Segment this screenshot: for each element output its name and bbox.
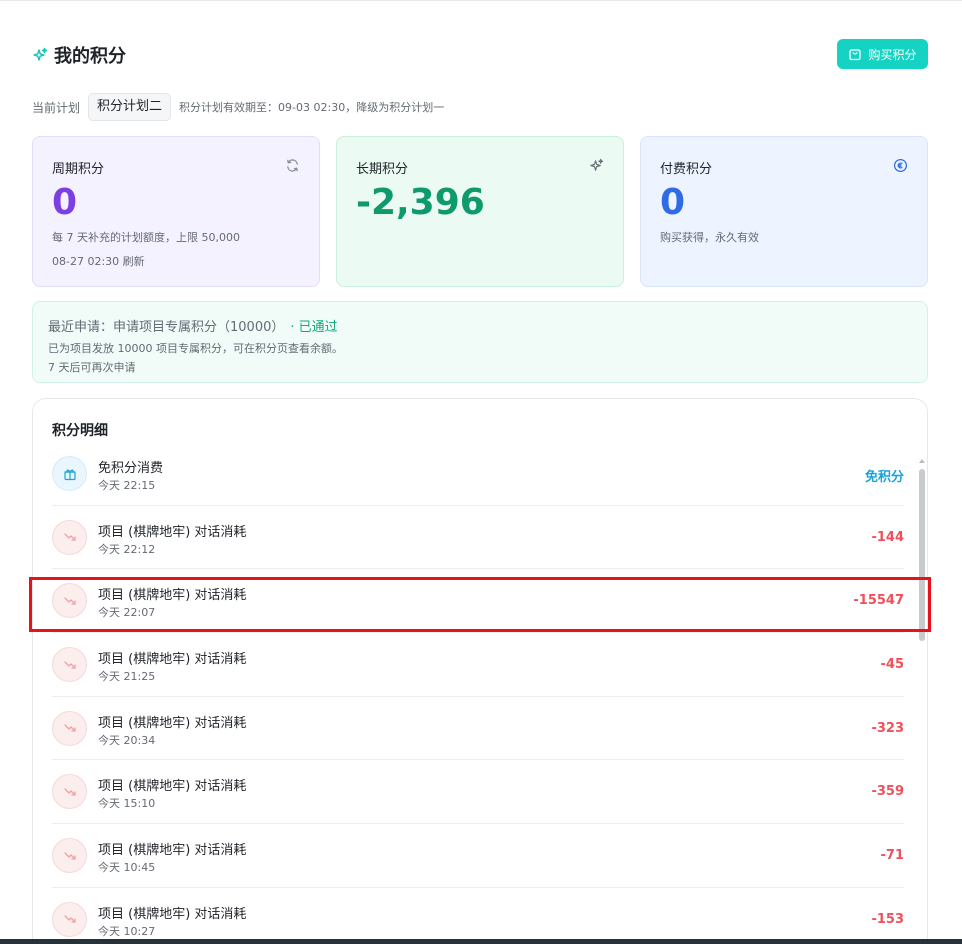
row-amount: -15547: [853, 593, 904, 609]
application-cooldown: 7 天后可再次申请: [48, 361, 136, 374]
paid-points-card: 付费积分 0 购买获得，永久有效: [640, 136, 928, 287]
paid-points-label: 付费积分: [660, 162, 713, 177]
points-detail-list[interactable]: 免积分消费今天 22:15 免积分项目 (棋牌地牢) 对话消耗 今天 22:12 -1…: [52, 442, 904, 944]
row-title: 免积分消费: [98, 461, 164, 476]
longterm-points-label: 长期积分: [356, 162, 409, 177]
recent-application-notice: 最近申请：申请项目专属积分（10000） · 已通过 已为项目发放 10000 …: [32, 301, 928, 383]
trend-down-icon: [52, 647, 87, 683]
plan-expiry-note: 积分计划有效期至：09-03 02:30，降级为积分计划一: [179, 101, 445, 114]
trend-down-icon: [52, 774, 87, 810]
row-amount: -153: [871, 911, 904, 927]
shopping-bag-icon: [849, 49, 862, 61]
row-title: 项目 (棋牌地牢) 对话消耗: [98, 779, 247, 795]
plan-row: 当前计划 积分计划二 积分计划有效期至：09-03 02:30，降级为积分计划一: [32, 92, 444, 122]
trend-down-icon: [52, 838, 87, 874]
list-item[interactable]: 项目 (棋牌地牢) 对话消耗 今天 22:12 -144: [52, 506, 904, 570]
title-wrap: 我的积分: [32, 42, 126, 68]
buy-points-label: 购买积分: [868, 47, 917, 62]
row-title: 项目 (棋牌地牢) 对话消耗: [98, 588, 247, 604]
coin-icon: [893, 158, 908, 173]
periodic-points-refresh: 08-27 02:30 刷新: [52, 255, 145, 268]
page-header: 我的积分 购买积分: [32, 38, 928, 70]
row-time: 今天 22:15: [98, 479, 156, 492]
periodic-points-value: 0: [52, 182, 78, 223]
row-title: 项目 (棋牌地牢) 对话消耗: [98, 715, 247, 731]
list-item[interactable]: 免积分消费今天 22:15 免积分: [52, 442, 904, 506]
row-title: 项目 (棋牌地牢) 对话消耗: [98, 652, 247, 668]
row-amount: -359: [871, 784, 904, 800]
points-detail-panel: 积分明细 免积分消费今天 22:15 免积分项目 (棋牌地牢) 对话消耗 今天 22…: [32, 398, 928, 944]
list-item[interactable]: 项目 (棋牌地牢) 对话消耗 今天 15:10 -359: [52, 760, 904, 825]
gift-icon: [52, 456, 87, 491]
periodic-points-card: 周期积分 0 每 7 天补充的计划额度，上限 50,000 08-27 02:3…: [32, 136, 320, 287]
row-time: 今天 21:25: [98, 670, 156, 684]
list-item[interactable]: 项目 (棋牌地牢) 对话消耗 今天 10:45 -71: [52, 824, 904, 888]
row-title: 项目 (棋牌地牢) 对话消耗: [98, 843, 247, 859]
sparkle-icon: [590, 158, 604, 171]
row-title: 项目 (棋牌地牢) 对话消耗: [98, 524, 247, 540]
top-divider: [0, 0, 962, 1]
application-status: · 已通过: [290, 320, 338, 335]
paid-points-value: 0: [660, 182, 686, 223]
trend-down-icon: [52, 583, 87, 619]
periodic-points-label: 周期积分: [52, 162, 105, 177]
row-time: 今天 22:12: [98, 542, 156, 556]
list-item[interactable]: 项目 (棋牌地牢) 对话消耗 今天 22:07 -15547: [52, 569, 904, 634]
row-time: 今天 22:07: [98, 606, 156, 620]
application-detail: 已为项目发放 10000 项目专属积分，可在积分页查看余额。: [48, 342, 343, 355]
sparkle-icon: [33, 47, 48, 61]
longterm-points-card: 长期积分 -2,396: [336, 136, 624, 287]
trend-down-icon: [52, 901, 87, 937]
row-title: 项目 (棋牌地牢) 对话消耗: [98, 906, 247, 922]
page-title: 我的积分: [54, 46, 126, 67]
current-plan-chip[interactable]: 积分计划二: [88, 93, 172, 121]
application-text: 最近申请：申请项目专属积分（10000）: [48, 320, 285, 335]
refresh-icon[interactable]: [285, 158, 300, 173]
trend-down-icon: [52, 710, 87, 746]
row-amount: -144: [871, 529, 904, 545]
points-detail-title: 积分明细: [52, 423, 108, 439]
row-time: 今天 15:10: [98, 797, 156, 811]
application-summary: 最近申请：申请项目专属积分（10000） · 已通过: [48, 316, 912, 335]
scrollbar-up-arrow[interactable]: [919, 459, 925, 463]
row-amount: 免积分: [864, 470, 904, 485]
list-item[interactable]: 项目 (棋牌地牢) 对话消耗 今天 20:34 -323: [52, 697, 904, 761]
list-item[interactable]: 项目 (棋牌地牢) 对话消耗 今天 21:25 -45: [52, 633, 904, 697]
trend-down-icon: [52, 519, 87, 555]
row-time: 今天 20:34: [98, 733, 156, 747]
row-amount: -71: [880, 848, 905, 864]
paid-points-desc: 购买获得，永久有效: [660, 231, 759, 244]
bottom-taskbar-edge: [0, 939, 962, 944]
periodic-points-desc: 每 7 天补充的计划额度，上限 50,000: [52, 231, 240, 244]
row-amount: -323: [871, 720, 904, 736]
longterm-points-value: -2,396: [356, 182, 485, 223]
row-time: 今天 10:45: [98, 861, 156, 875]
list-item[interactable]: 项目 (棋牌地牢) 对话消耗 今天 10:27 -153: [52, 888, 904, 944]
row-amount: -45: [880, 657, 905, 673]
buy-points-button[interactable]: 购买积分: [837, 39, 928, 69]
row-time: 今天 10:27: [98, 924, 156, 938]
plan-label: 当前计划: [32, 100, 81, 115]
scrollbar-thumb[interactable]: [919, 469, 925, 641]
